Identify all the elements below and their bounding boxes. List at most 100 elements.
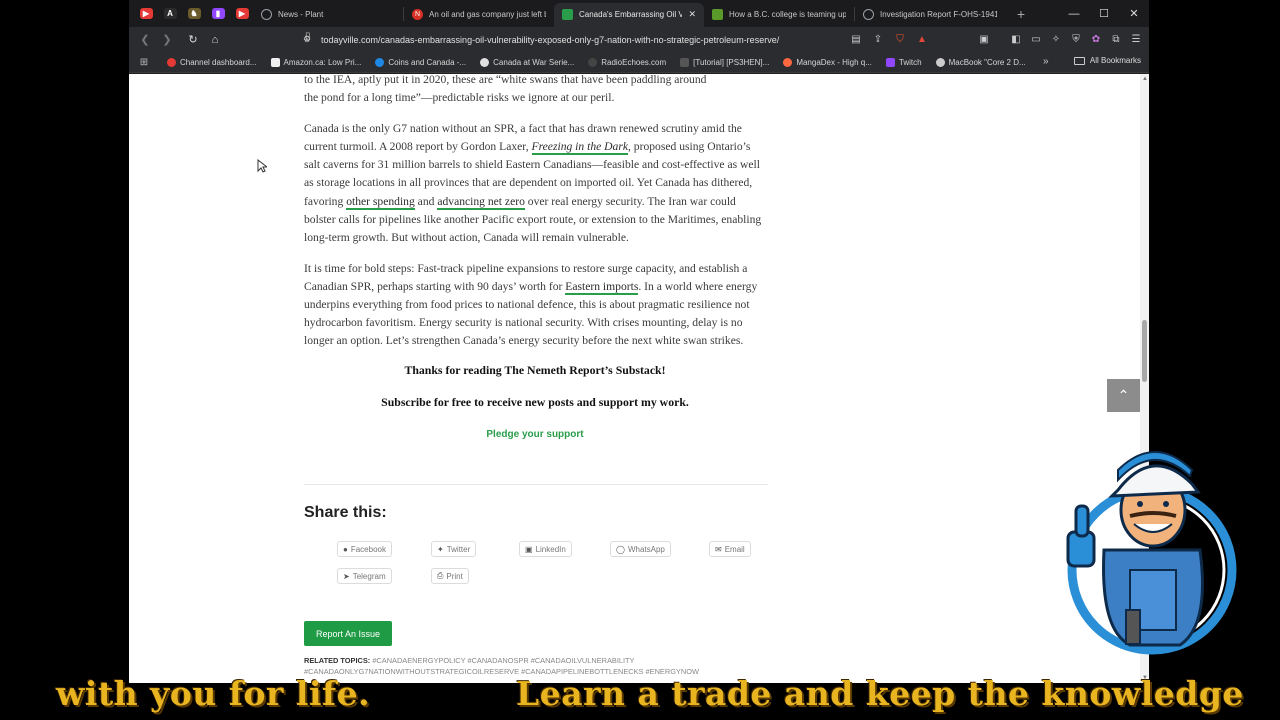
- report-issue-button[interactable]: Report An Issue: [304, 621, 392, 646]
- scroll-to-top-button[interactable]: ⌃: [1107, 379, 1140, 412]
- rewards-icon[interactable]: ▲: [913, 31, 931, 49]
- twitter-icon: ✦: [437, 544, 444, 554]
- pinned-tab-game[interactable]: ♞: [183, 3, 205, 25]
- bookmark-twitch[interactable]: Twitch: [885, 57, 922, 67]
- amazon-icon: A: [163, 8, 177, 19]
- podcast-icon: [480, 57, 490, 67]
- link-other-spending[interactable]: other spending: [346, 194, 415, 210]
- tab-title: Canada's Embarrassing Oil Vu: [579, 10, 683, 19]
- address-url: todayville.com/canadas-embarrassing-oil-…: [321, 34, 780, 45]
- all-bookmarks-label: All Bookmarks: [1089, 56, 1141, 65]
- sidebar-icon[interactable]: ◧: [1007, 31, 1025, 49]
- tab-canadas-embarrassing[interactable]: Canada's Embarrassing Oil Vu ✕: [554, 2, 704, 27]
- extensions-puzzle-icon[interactable]: ⧉: [1107, 31, 1125, 49]
- bookmark-canada-at-war[interactable]: Canada at War Serie...: [480, 57, 575, 67]
- pinned-tab-youtube[interactable]: ▶: [135, 3, 157, 25]
- bookmarks-bar: ⊞ Channel dashboard... Amazon.ca: Low Pr…: [129, 52, 1149, 73]
- browser-window: ▶ A ♞ ▮ ▶ News - Plant N An oil and gas …: [129, 0, 1149, 683]
- bookmark-label: [Tutorial] [PS3HEN]...: [693, 57, 770, 67]
- article-paragraph: It is time for bold steps: Fast-track pi…: [304, 260, 766, 350]
- related-topics-label: RELATED TOPICS:: [304, 656, 371, 665]
- share-facebook-button[interactable]: ● Facebook: [337, 541, 392, 557]
- tab-strip: ▶ A ♞ ▮ ▶ News - Plant N An oil and gas …: [129, 0, 1149, 27]
- minimize-button[interactable]: —: [1059, 0, 1089, 27]
- leo-icon[interactable]: ✧: [1047, 31, 1065, 49]
- apps-grid-icon[interactable]: ⊞: [131, 57, 157, 68]
- tab-title: Investigation Report F-OHS-1941: [880, 10, 997, 19]
- bookmark-label: RadioEchoes.com: [601, 57, 667, 67]
- pledge-support-link[interactable]: Pledge your support: [304, 429, 766, 440]
- pinned-tab-youtube-2[interactable]: ▶: [231, 3, 253, 25]
- screenshot-icon[interactable]: ▣: [975, 31, 993, 49]
- site-icon: [935, 57, 945, 67]
- forward-button[interactable]: ❯: [157, 30, 177, 50]
- bookmark-macbook[interactable]: MacBook "Core 2 D...: [935, 57, 1026, 67]
- back-button[interactable]: ❮: [135, 30, 155, 50]
- link-advancing-net-zero[interactable]: advancing net zero: [437, 194, 525, 210]
- scrollbar-thumb[interactable]: [1142, 320, 1147, 382]
- share-telegram-button[interactable]: ➤ Telegram: [337, 568, 392, 584]
- home-button[interactable]: ⌂: [205, 30, 225, 50]
- reader-mode-icon[interactable]: ▤: [847, 31, 865, 49]
- vpn-icon[interactable]: ⛨: [1067, 31, 1085, 49]
- bookmark-channel-dashboard[interactable]: Channel dashboard...: [167, 57, 257, 67]
- window-controls: — ☐ ✕: [1059, 0, 1149, 27]
- mangadex-icon: [783, 57, 793, 67]
- share-email-button[interactable]: ✉ Email: [709, 541, 751, 557]
- close-tab-icon[interactable]: ✕: [688, 9, 696, 20]
- topic-tags[interactable]: #CANADAENERGYPOLICY #CANADANOSPR #CANADA…: [372, 656, 634, 665]
- menu-icon[interactable]: ☰: [1127, 31, 1145, 49]
- maximize-button[interactable]: ☐: [1089, 0, 1119, 27]
- chevron-up-icon: ⌃: [1117, 387, 1130, 403]
- pinned-tabs: ▶ A ♞ ▮ ▶: [129, 0, 253, 27]
- share-whatsapp-button[interactable]: ◯ WhatsApp: [610, 541, 671, 557]
- share-linkedin-button[interactable]: ▣ LinkedIn: [519, 541, 572, 557]
- tab-bc-college[interactable]: How a B.C. college is teaming up: [704, 3, 854, 27]
- share-icon[interactable]: ⇪: [869, 31, 887, 49]
- extension-icon[interactable]: ✿: [1087, 31, 1105, 49]
- share-label: Twitter: [446, 544, 471, 554]
- browser-toolbar: ❮ ❯ ↻ ⌂ ▯ ⚙ todayville.com/canadas-embar…: [129, 27, 1149, 52]
- pinned-tab-amazon[interactable]: A: [159, 3, 181, 25]
- scroll-up-icon[interactable]: ▲: [1142, 76, 1148, 82]
- tab-investigation-report[interactable]: Investigation Report F-OHS-1941: [855, 3, 1005, 27]
- bookmark-label: Canada at War Serie...: [493, 57, 575, 67]
- youtube-icon: ▶: [139, 8, 153, 19]
- caption-right: Learn a trade and keep the knowledge: [516, 674, 1244, 713]
- share-twitter-button[interactable]: ✦ Twitter: [431, 541, 477, 557]
- paragraph-text: to the IEA, aptly put it in 2020, these …: [304, 74, 707, 86]
- globe-icon: [863, 9, 874, 20]
- address-bar[interactable]: ⚙ todayville.com/canadas-embarrassing-oi…: [299, 29, 939, 50]
- tab-news-plant[interactable]: News - Plant: [253, 3, 403, 27]
- new-tab-button[interactable]: +: [1009, 6, 1033, 22]
- tab-title: An oil and gas company just left b: [429, 10, 546, 19]
- tab-title: News - Plant: [278, 10, 324, 19]
- share-label: Email: [724, 544, 745, 554]
- reload-button[interactable]: ↻: [183, 30, 203, 50]
- brave-shields-icon[interactable]: ⛉: [891, 31, 909, 49]
- article-paragraph: Canada is the only G7 nation without an …: [304, 120, 766, 247]
- link-freezing-in-the-dark[interactable]: Freezing in the Dark: [531, 140, 628, 156]
- subscribe-message: Subscribe for free to receive new posts …: [381, 395, 689, 410]
- wallet-icon[interactable]: ▭: [1027, 31, 1045, 49]
- pinned-tab-twitch[interactable]: ▮: [207, 3, 229, 25]
- share-label: WhatsApp: [627, 544, 665, 554]
- all-bookmarks-button[interactable]: All Bookmarks: [1073, 56, 1141, 65]
- bookmark-radioechoes[interactable]: RadioEchoes.com: [588, 57, 667, 67]
- news-icon: N: [412, 9, 423, 20]
- telegram-icon: ➤: [343, 571, 350, 581]
- site-settings-icon[interactable]: ⚙: [303, 34, 314, 45]
- more-bookmarks-icon[interactable]: »: [1043, 56, 1049, 67]
- bookmark-mangadex[interactable]: MangaDex - High q...: [783, 57, 872, 67]
- bookmark-coins-canada[interactable]: Coins and Canada -...: [375, 57, 466, 67]
- link-eastern-imports[interactable]: Eastern imports: [565, 279, 639, 295]
- share-print-button[interactable]: ⎙ Print: [431, 568, 469, 584]
- amazon-icon: [270, 57, 280, 67]
- bookmark-label: Twitch: [898, 57, 922, 67]
- bookmark-amazon[interactable]: Amazon.ca: Low Pri...: [270, 57, 361, 67]
- share-label: LinkedIn: [535, 544, 566, 554]
- close-window-button[interactable]: ✕: [1119, 0, 1149, 27]
- tab-oil-gas[interactable]: N An oil and gas company just left b: [404, 3, 554, 27]
- bookmark-ps3hen[interactable]: [Tutorial] [PS3HEN]...: [680, 57, 770, 67]
- mouse-cursor-icon: [257, 159, 267, 173]
